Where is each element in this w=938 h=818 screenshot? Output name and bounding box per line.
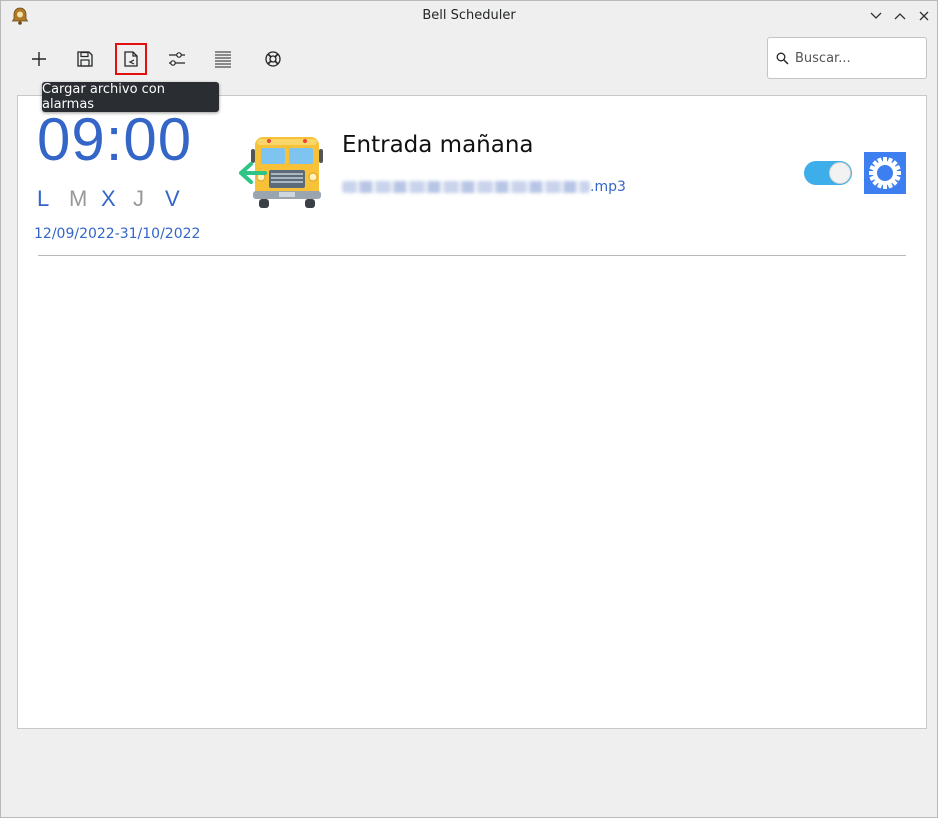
file-extension: .mp3 [590,179,626,195]
alarm-time: 09:00 [37,106,193,173]
search-icon [776,52,789,65]
window-title: Bell Scheduler [422,8,516,23]
toggle-knob [829,162,851,184]
day-thursday: J [133,186,144,211]
lifebuoy-icon [265,51,281,67]
minimize-button[interactable] [867,7,885,25]
settings-button[interactable] [161,43,193,75]
add-alarm-button[interactable] [23,43,55,75]
school-bus-icon [239,137,323,208]
load-alarms-button[interactable] [115,43,147,75]
blurred-filename [342,181,590,193]
alarm-title: Entrada mañana [342,132,534,158]
save-button[interactable] [69,43,101,75]
plus-icon [32,52,46,66]
alarm-settings-button[interactable] [864,152,906,194]
chevron-down-icon [870,12,882,19]
alarm-date-range: 12/09/2022-31/10/2022 [34,226,201,242]
search-input[interactable] [795,50,915,66]
day-wednesday: X [101,186,116,211]
maximize-button[interactable] [891,7,909,25]
alarm-enable-toggle[interactable] [804,161,852,185]
lines-icon [215,51,231,68]
alarm-days: L M X J V [37,186,197,212]
day-friday: V [165,186,180,211]
day-tuesday: M [69,186,88,211]
app-window: Bell Scheduler Buscar... Cargar archivo … [0,0,938,818]
close-icon [919,11,929,21]
search-box[interactable] [767,37,927,79]
chevron-up-icon [894,13,906,20]
titlebar: Bell Scheduler [1,1,937,31]
alarm-separator [38,255,906,256]
close-button[interactable] [915,7,933,25]
gear-icon [869,157,901,189]
help-button[interactable] [257,43,289,75]
sliders-icon [169,52,185,66]
list-button[interactable] [207,43,239,75]
floppy-icon [77,51,93,67]
day-monday: L [37,186,50,211]
tooltip: Cargar archivo con alarmas [42,82,219,112]
alarm-sound-file: .mp3 [342,179,626,195]
import-file-icon [124,51,138,67]
